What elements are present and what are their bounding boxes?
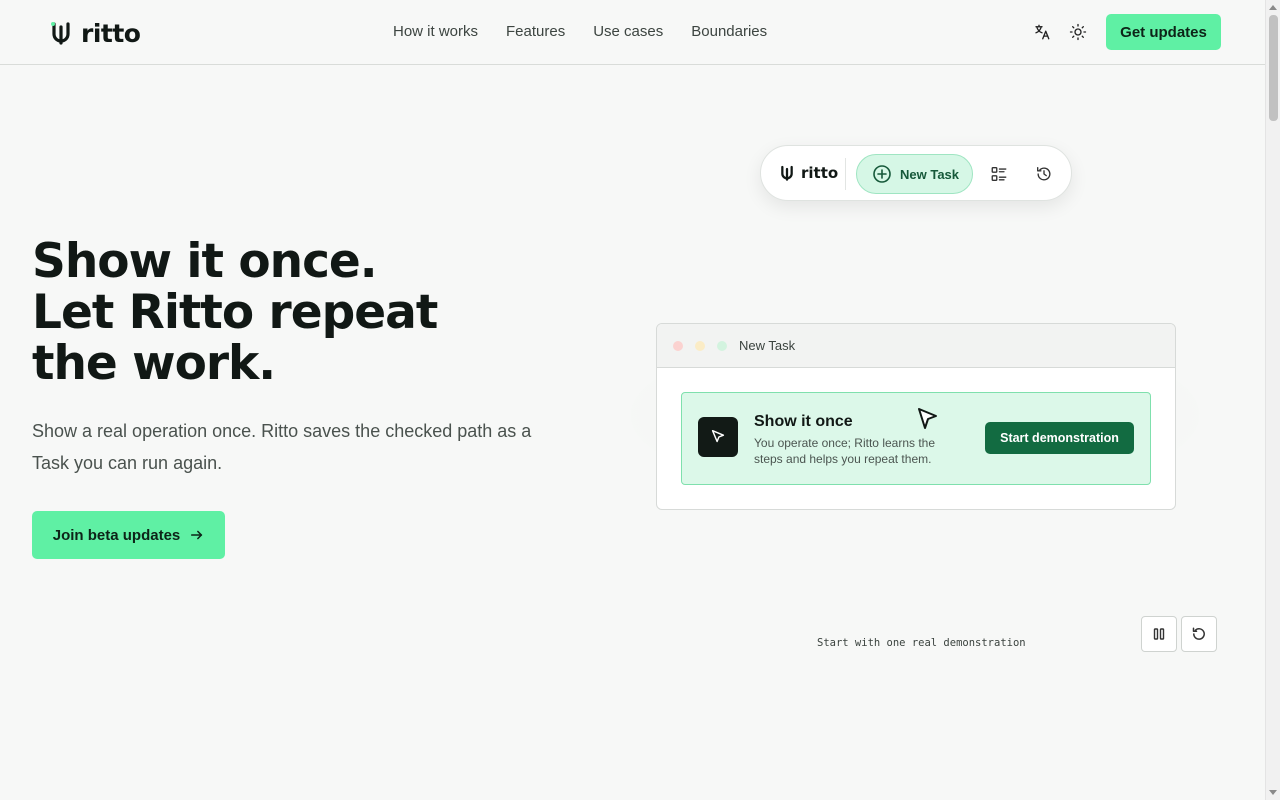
site-header: ritto How it works Features Use cases Bo… <box>0 0 1265 65</box>
pause-button[interactable] <box>1141 616 1177 652</box>
translate-icon[interactable] <box>1032 22 1052 42</box>
nav-boundaries[interactable]: Boundaries <box>691 22 767 42</box>
hero-title-line-2: Let Ritto repeat <box>32 285 438 340</box>
ritto-logo-icon <box>51 22 70 45</box>
hero-title-line-1: Show it once. <box>32 234 378 289</box>
ritto-logo-icon <box>781 165 793 181</box>
mouse-cursor-icon <box>918 408 937 429</box>
show-it-once-card: Show it once You operate once; Ritto lea… <box>681 392 1151 485</box>
window-titlebar: New Task <box>657 324 1175 368</box>
pause-icon <box>1153 628 1165 640</box>
card-title: Show it once <box>754 413 853 430</box>
window-minimize-dot[interactable] <box>695 341 705 351</box>
scroll-down-icon[interactable] <box>1269 790 1277 795</box>
toolbar-divider <box>845 158 846 190</box>
brand-logo[interactable]: ritto <box>49 18 141 48</box>
get-updates-button[interactable]: Get updates <box>1106 14 1221 50</box>
history-icon[interactable] <box>1034 164 1054 184</box>
scroll-up-icon[interactable] <box>1269 5 1277 10</box>
nav-use-cases[interactable]: Use cases <box>593 22 663 42</box>
pointer-icon <box>698 417 738 457</box>
scroll-thumb[interactable] <box>1269 15 1278 121</box>
hero-subtitle: Show a real operation once. Ritto saves … <box>32 421 532 473</box>
main-nav: How it works Features Use cases Boundari… <box>393 22 767 42</box>
sun-icon[interactable] <box>1068 22 1088 42</box>
window-maximize-dot[interactable] <box>717 341 727 351</box>
join-beta-button[interactable]: Join beta updates <box>32 511 225 559</box>
hero-title-line-3: the work. <box>32 336 276 391</box>
brand-name: ritto <box>81 18 141 48</box>
join-beta-label: Join beta updates <box>52 526 181 544</box>
start-demonstration-button[interactable]: Start demonstration <box>985 422 1134 454</box>
window-close-dot[interactable] <box>673 341 683 351</box>
window-title: New Task <box>739 338 796 353</box>
new-task-button[interactable]: New Task <box>856 154 973 194</box>
hero-title: Show it once. Let Ritto repeat the work. <box>32 236 552 389</box>
floating-toolbar: ritto New Task <box>760 145 1072 201</box>
arrow-right-icon <box>191 530 203 540</box>
new-task-label: New Task <box>900 166 960 182</box>
list-icon[interactable] <box>989 164 1009 184</box>
card-description: You operate once; Ritto learns the steps… <box>754 436 936 466</box>
toolbar-logo: ritto <box>779 164 838 182</box>
restart-button[interactable] <box>1181 616 1217 652</box>
nav-how-it-works[interactable]: How it works <box>393 22 478 42</box>
demo-caption: Start with one real demonstration <box>817 637 1026 649</box>
toolbar-brand-name: ritto <box>801 164 839 182</box>
nav-features[interactable]: Features <box>506 22 565 42</box>
restart-icon <box>1192 627 1205 640</box>
page-scrollbar[interactable] <box>1265 0 1280 800</box>
plus-circle-icon <box>873 165 891 183</box>
